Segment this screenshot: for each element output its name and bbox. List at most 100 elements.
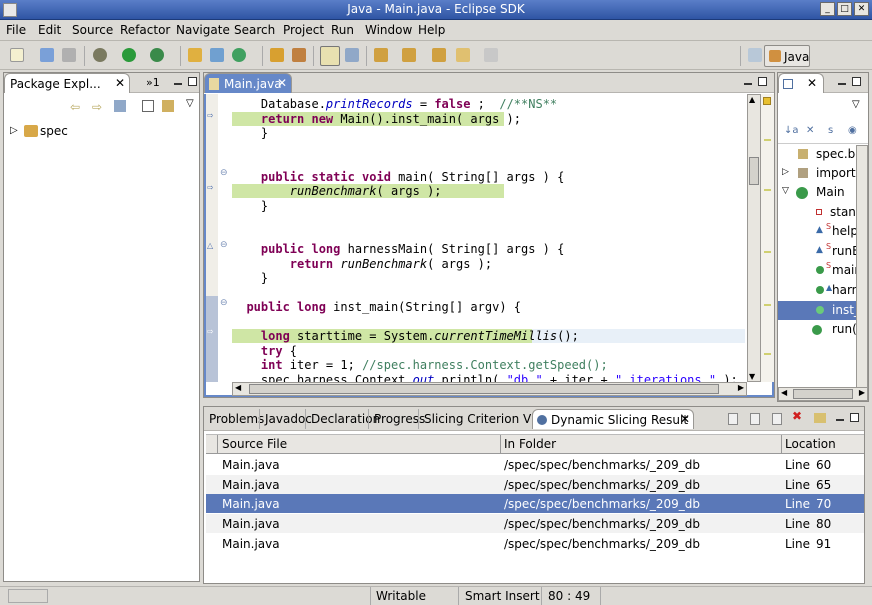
run-slicing-icon[interactable] xyxy=(814,413,826,423)
scroll-left-icon[interactable]: ◀ xyxy=(781,388,787,397)
table-row[interactable]: Main.java/spec/spec/benchmarks/_209_db Li… xyxy=(206,455,864,474)
menu-project[interactable]: Project xyxy=(283,23,324,37)
outline-item[interactable]: run(Str xyxy=(832,322,856,336)
table-row[interactable]: Main.java/spec/spec/benchmarks/_209_db Li… xyxy=(206,534,864,553)
fold-icon[interactable]: ⊖ xyxy=(220,298,228,308)
outline-item[interactable]: import dec xyxy=(816,166,856,180)
run-icon[interactable] xyxy=(122,48,136,62)
close-window-button[interactable]: ✕ xyxy=(854,2,869,16)
outline-vertical-scrollbar[interactable] xyxy=(856,145,868,389)
minimize-icon[interactable] xyxy=(838,83,846,85)
outline-item[interactable]: runBen xyxy=(832,244,856,258)
open-perspective-icon[interactable] xyxy=(748,48,762,62)
menu-search[interactable]: Search xyxy=(234,23,275,37)
outline-horizontal-scrollbar[interactable]: ◀ ▶ xyxy=(778,387,868,401)
external-tools-icon[interactable] xyxy=(150,48,164,62)
outline-item[interactable]: inst_m xyxy=(832,303,856,317)
menu-window[interactable]: Window xyxy=(365,23,412,37)
code-line[interactable]: public static void main( String[] args )… xyxy=(232,170,564,184)
outline-item[interactable]: help() xyxy=(832,224,856,238)
maximize-icon[interactable] xyxy=(852,77,861,86)
menu-navigate[interactable]: Navigate xyxy=(176,23,230,37)
print-icon[interactable] xyxy=(62,48,76,62)
up-icon[interactable] xyxy=(114,100,126,112)
code-line[interactable]: runBenchmark( args ); xyxy=(232,184,504,198)
link-with-editor-icon[interactable] xyxy=(162,100,174,112)
close-icon[interactable]: ✕ xyxy=(115,76,125,90)
mark-occurrences-icon[interactable] xyxy=(320,46,340,66)
collapse-icon[interactable]: ▽ xyxy=(782,186,789,196)
previous-annotation-icon[interactable] xyxy=(402,48,416,62)
new-class-icon[interactable] xyxy=(232,48,246,62)
table-row[interactable]: Main.java/spec/spec/benchmarks/_209_db Li… xyxy=(206,514,864,534)
outline-item[interactable]: Main xyxy=(816,185,845,199)
new-package-icon[interactable] xyxy=(210,48,224,62)
minimize-icon[interactable] xyxy=(174,83,182,85)
column-header-in-folder[interactable]: In Folder xyxy=(504,437,556,451)
menu-refactor[interactable]: Refactor xyxy=(120,23,170,37)
copy-icon[interactable] xyxy=(750,413,760,425)
scroll-right-icon[interactable]: ▶ xyxy=(859,388,865,397)
code-line[interactable]: } xyxy=(232,271,268,285)
code-text[interactable]: Database.printRecords = false ; //**NS**… xyxy=(232,97,745,382)
code-line[interactable]: Database.printRecords = false ; //**NS** xyxy=(232,97,557,111)
hide-static-icon[interactable]: s xyxy=(828,125,833,136)
table-row[interactable]: Main.java/spec/spec/benchmarks/_209_db Li… xyxy=(206,474,864,494)
close-icon[interactable]: ✕ xyxy=(277,76,287,90)
column-header-source-file[interactable]: Source File xyxy=(222,437,287,451)
forward-icon[interactable] xyxy=(484,48,498,62)
remove-icon[interactable]: ✖ xyxy=(792,409,802,423)
tab-package-explorer[interactable]: Package Expl... ✕ xyxy=(4,73,130,93)
menu-source[interactable]: Source xyxy=(72,23,113,37)
view-menu-icon[interactable]: ▽ xyxy=(186,98,194,109)
overflow-views-button[interactable]: »1 xyxy=(146,76,160,89)
menu-edit[interactable]: Edit xyxy=(38,23,61,37)
show-whitespace-icon[interactable] xyxy=(345,48,359,62)
save-icon[interactable] xyxy=(40,48,54,62)
tab-outline[interactable]: ✕ xyxy=(778,73,824,93)
expand-icon[interactable]: ▷ xyxy=(782,167,789,177)
debug-icon[interactable] xyxy=(93,48,107,62)
next-annotation-icon[interactable] xyxy=(374,48,388,62)
back-icon[interactable] xyxy=(456,48,470,62)
minimize-icon[interactable] xyxy=(836,419,844,421)
expand-icon[interactable]: ▷ xyxy=(10,125,18,136)
hide-fields-icon[interactable]: ✕ xyxy=(806,125,814,136)
outline-item[interactable]: standa xyxy=(830,205,856,219)
tab-main-java[interactable]: Main.java ✕ xyxy=(204,73,292,93)
column-header-location[interactable]: Location xyxy=(785,437,836,451)
close-icon[interactable]: ✕ xyxy=(680,412,690,426)
search-icon[interactable] xyxy=(292,48,306,62)
open-type-icon[interactable] xyxy=(270,48,284,62)
fold-icon[interactable]: ⊖ xyxy=(220,168,228,178)
code-line[interactable]: spec.harness.Context.out.println( "db " … xyxy=(232,373,738,383)
minimize-window-button[interactable]: _ xyxy=(820,2,835,16)
outline-item[interactable]: spec.benc xyxy=(816,147,856,161)
scrollbar-thumb[interactable] xyxy=(793,389,853,399)
code-line[interactable]: long starttime = System.currentTimeMilli… xyxy=(232,329,745,343)
code-line[interactable]: } xyxy=(232,199,268,213)
scroll-down-icon[interactable]: ▼ xyxy=(749,372,755,381)
maximize-icon[interactable] xyxy=(188,77,197,86)
forward-icon[interactable]: ⇨ xyxy=(92,100,102,114)
code-line[interactable]: public long inst_main(String[] argv) { xyxy=(232,300,521,314)
tab-dynamic-slicing-result[interactable]: Dynamic Slicing Result ✕ xyxy=(532,409,694,429)
view-menu-icon[interactable]: ▽ xyxy=(852,99,860,110)
close-icon[interactable]: ✕ xyxy=(807,76,817,90)
menu-file[interactable]: File xyxy=(6,23,26,37)
scrollbar-thumb[interactable] xyxy=(749,157,759,185)
tree-item-spec[interactable]: spec xyxy=(40,124,68,138)
code-line[interactable]: return runBenchmark( args ); xyxy=(232,257,492,271)
fold-icon[interactable]: ⊖ xyxy=(220,240,228,250)
code-line[interactable]: return new Main().inst_main( args ); xyxy=(232,111,521,126)
paste-icon[interactable] xyxy=(772,413,782,425)
maximize-icon[interactable] xyxy=(850,413,859,422)
maximize-window-button[interactable]: □ xyxy=(837,2,852,16)
hide-nonpublic-icon[interactable]: ◉ xyxy=(848,125,857,136)
sort-icon[interactable]: ↓a xyxy=(784,125,799,136)
menu-help[interactable]: Help xyxy=(418,23,445,37)
export-icon[interactable] xyxy=(728,413,738,425)
java-perspective-button[interactable]: Java xyxy=(764,45,810,67)
collapse-all-icon[interactable] xyxy=(142,100,154,112)
code-line[interactable]: try { xyxy=(232,344,297,358)
